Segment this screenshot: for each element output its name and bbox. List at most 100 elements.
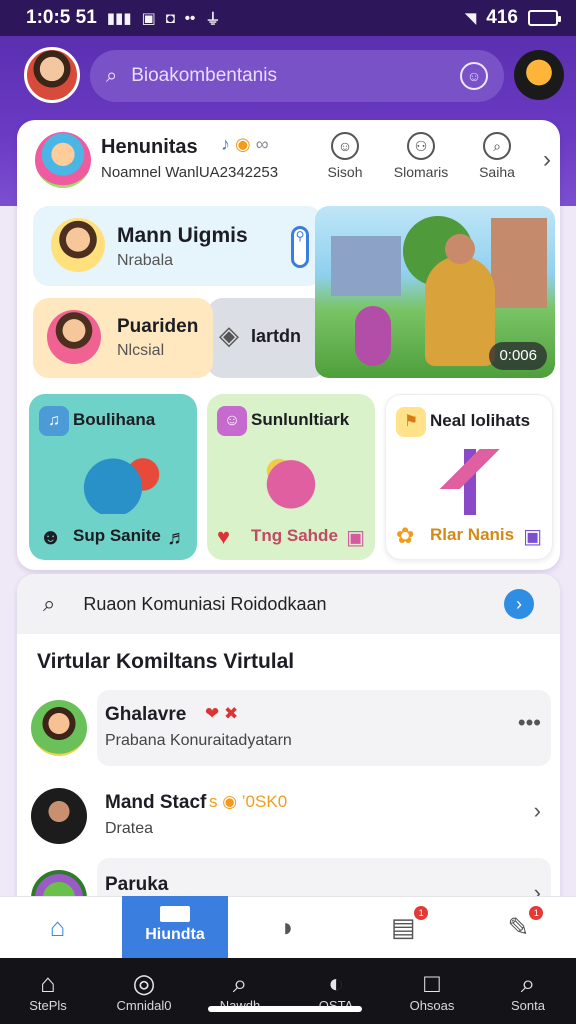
activity-tile-title: Sunlunltiark	[251, 410, 350, 429]
video-house	[491, 218, 547, 308]
smile-icon: ☻	[39, 524, 63, 549]
compass-icon: ◐	[328, 968, 344, 998]
home-indicator[interactable]	[208, 1006, 362, 1012]
tile-illustration	[53, 448, 173, 514]
notification-badge: 1	[529, 906, 544, 920]
community-badges: ♪ ◉ ∞	[221, 134, 269, 155]
gift-icon: ▣	[346, 527, 365, 549]
tile-avatar	[51, 218, 105, 272]
location-tile[interactable]: ◈ Iartdn	[207, 298, 327, 378]
camera-icon: ◘	[165, 9, 175, 27]
search-icon: ⌕	[232, 968, 248, 998]
section-title: Virtular Komiltans Virtulal	[37, 650, 295, 673]
activity-tile-footer: Rlar Nanis	[430, 525, 515, 544]
music-note-icon: ♬	[167, 527, 187, 549]
activity-tile[interactable]: ♫ Boulihana ☻ Sup Sanite ♬	[29, 394, 197, 560]
wifi-icon: ◥	[464, 10, 477, 27]
search-icon: ⌕	[106, 64, 118, 87]
list-item-name: Ghalavre	[105, 704, 187, 725]
status-left: 1:0:5 51 ▮▮▮ ▣ ◘ •• ⏚	[26, 7, 220, 29]
dots-icon: ••	[184, 9, 196, 27]
activity-tile-title: Neal lolihats	[430, 411, 531, 430]
chevron-right-icon[interactable]: ›	[534, 798, 541, 824]
target-icon: ◎	[132, 968, 156, 998]
go-icon[interactable]: ›	[504, 589, 534, 619]
profile-avatar[interactable]	[514, 50, 564, 100]
nav-home-icon[interactable]: ⌂	[13, 912, 103, 943]
list-item[interactable]: Ghalavre ❤ ✖ Prabana Konuraitadyatarn ••…	[31, 690, 551, 766]
community-card: Henunitas ♪ ◉ ∞ Noamnel WanlUA2342253 ☺ …	[17, 120, 560, 570]
search-input-text: Bioakombentanis	[131, 65, 277, 86]
search-input[interactable]: ⌕ Bioakombentanis ☺	[90, 50, 504, 102]
system-nav: ⌂StePls ◎Cmnidal0 ⌕Nawdh ◐OSTA □Ohsoas ⌕…	[0, 958, 576, 1024]
tile-illustration	[410, 449, 530, 515]
status-time: 1:0:5 51	[26, 7, 97, 28]
activity-tile[interactable]: ☺ Sunlunltiark ♥ Tng Sahde ▣	[207, 394, 375, 560]
image-icon: ▣	[141, 10, 156, 27]
system-nav-label: Ohsoas	[409, 998, 455, 1013]
list-item[interactable]: Mand Stacf s ◉ ’0SK0 Dratea ›	[31, 788, 551, 844]
tile-title: Puariden	[117, 316, 199, 337]
system-nav-item[interactable]: ◎ Cmnidal0	[99, 968, 189, 1013]
location-title: Iartdn	[251, 326, 302, 346]
search-icon: ⌕	[483, 132, 511, 160]
system-nav-label: Sonta	[511, 998, 545, 1013]
quick-action-label: Slomaris	[393, 164, 449, 180]
list-item-meta: s ◉ ’0SK0	[209, 792, 288, 811]
system-nav-item[interactable]: □ Ohsoas	[387, 968, 477, 1013]
nav-edit-icon[interactable]: ✎ 1	[473, 906, 563, 943]
notification-badge: 1	[414, 906, 429, 920]
pin-icon: ◈	[219, 320, 239, 350]
activity-tile[interactable]: ⚑ Neal lolihats ✿ Rlar Nanis ▣	[385, 394, 553, 560]
video-thumbnail[interactable]: 0:006	[315, 206, 555, 378]
flag-icon: ⚑	[396, 407, 426, 437]
feed-search-bar[interactable]: ⌕ Ruaon Komuniasi Roidodkaan ›	[17, 574, 560, 634]
heart-icon: ♥	[217, 524, 231, 549]
music-icon: ♫	[39, 406, 69, 436]
nav-messages-icon[interactable]: ▤ 1	[358, 906, 448, 943]
video-house	[331, 236, 401, 296]
community-avatar[interactable]	[35, 132, 91, 188]
nav-chat-icon[interactable]: ◗	[243, 912, 333, 943]
list-item-subtitle: Prabana Konuraitadyatarn	[105, 732, 292, 749]
home-outline-icon: ⌂	[40, 968, 56, 998]
people-icon: ⚇	[407, 132, 435, 160]
square-icon: □	[424, 968, 440, 998]
eye-icon: ◉	[235, 134, 251, 154]
flower-icon: ✿	[396, 523, 415, 548]
emoji-icon[interactable]: ☺	[460, 62, 488, 90]
bottom-nav: ⌂ ◗ ▤ 1 ✎ 1	[0, 896, 576, 958]
chat-icon: ☺	[331, 132, 359, 160]
person-icon: ☺	[217, 406, 247, 436]
list-item-subtitle: Dratea	[105, 820, 154, 837]
nav-active-tab[interactable]: Hiundta	[122, 896, 228, 958]
music-note-icon: ♪	[221, 134, 230, 154]
tile-subtitle: Nrabala	[117, 252, 174, 269]
usb-icon: ⏚	[205, 10, 221, 28]
avatar	[31, 788, 87, 844]
quick-action-label: Sisoh	[327, 164, 363, 180]
nav-active-label: Hiundta	[145, 926, 205, 943]
tile-title: Mann Uigmis	[117, 224, 248, 247]
search-icon: ⌕	[520, 968, 536, 998]
quick-action-chat[interactable]: ☺ Sisoh	[315, 132, 375, 180]
list-item-background	[97, 690, 551, 766]
system-nav-item[interactable]: ⌂ StePls	[3, 968, 93, 1013]
video-kid	[355, 306, 391, 366]
video-duration: 0:006	[489, 342, 547, 370]
program-tile[interactable]: Puariden Nlcsial	[33, 298, 213, 378]
list-item-name: Mand Stacf	[105, 792, 207, 813]
quick-action-search[interactable]: ⌕ Saiha	[467, 132, 527, 180]
more-icon[interactable]: •••	[518, 710, 541, 736]
system-nav-label: StePls	[29, 998, 67, 1013]
battery-icon	[528, 10, 561, 26]
tile-illustration	[231, 448, 351, 514]
status-right: ◥ 416	[464, 7, 561, 29]
quick-action-people[interactable]: ⚇ Slomaris	[391, 132, 451, 180]
gift-icon: ▣	[523, 526, 542, 548]
chevron-right-icon[interactable]: ›	[543, 146, 551, 174]
user-avatar[interactable]	[24, 47, 80, 103]
main-tile[interactable]: Mann Uigmis Nrabala ⚲	[33, 206, 323, 286]
list-item-name: Paruka	[105, 874, 169, 895]
system-nav-item[interactable]: ⌕ Sonta	[483, 968, 573, 1013]
